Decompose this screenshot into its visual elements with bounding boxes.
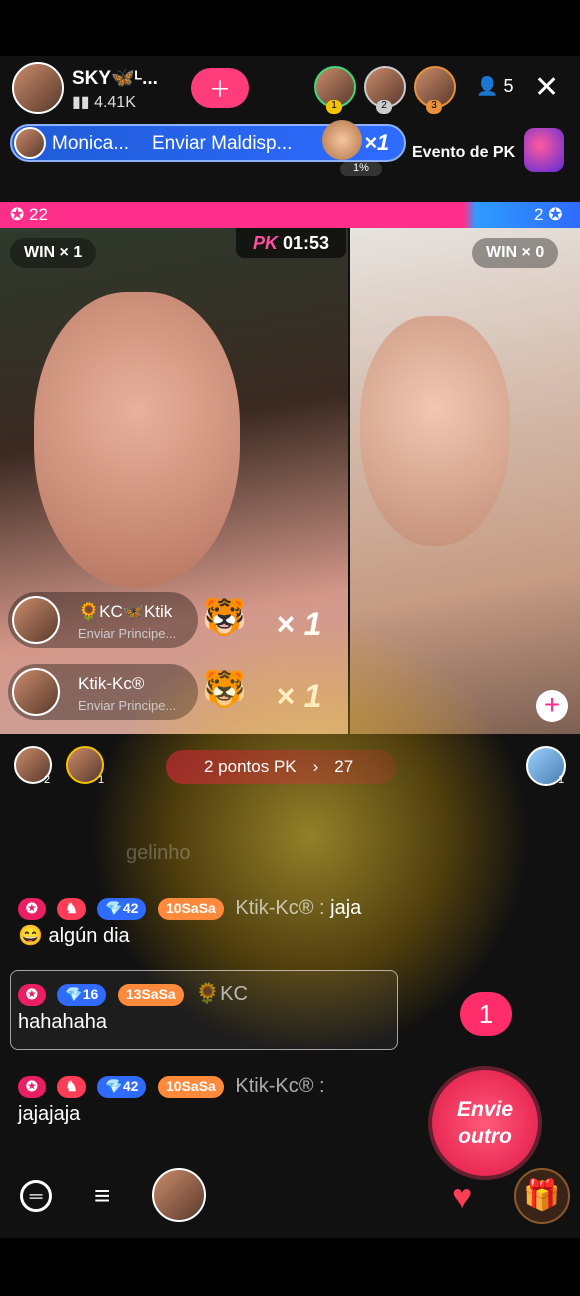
heart-icon[interactable]: ♥ [452,1178,472,1217]
bar-chart-icon: ▮▮ [72,94,90,111]
chevron-right-icon: › [312,757,319,776]
chat-text: jajajaja [18,1103,81,1125]
star-icon: ✪ [10,205,25,224]
chat-colon: : [313,1075,325,1097]
send-again-button[interactable]: Envie outro [432,1070,538,1176]
sasa-tag: 10 SaSa [158,1075,224,1098]
chat-message[interactable]: ✪ ♞ 💎 42 10 SaSa Ktik-Kc® : jaja 😄 algún… [18,894,450,950]
viewer-count-value: 5 [503,76,514,96]
chat-colon: : [313,897,331,919]
rank-badge-3: 3 [426,100,442,114]
viewer-count[interactable]: 👤 5 [476,76,513,97]
banner-sender-avatar [14,127,46,159]
status-bar [0,0,580,56]
viewer-badge: 1 [558,774,565,786]
pk-points-extra: 27 [334,757,354,776]
event-pk-icon[interactable] [524,128,564,172]
right-win-badge: WIN × 0 [472,238,559,268]
host-name[interactable]: SKY🦋ᴸ... [72,66,158,90]
level-badge: 💎 16 [57,983,107,1006]
star-badge: ✪ [18,897,46,920]
chat-user[interactable]: 🌻KC [195,983,248,1005]
person-icon: 👤 [476,76,499,96]
combo-count-badge: 1 [460,992,512,1036]
chat-text: hahahaha [18,1011,107,1033]
chat-user[interactable]: Ktik-Kc® [235,897,313,919]
gift-notice-avatar [12,596,60,644]
chat-user[interactable]: Ktik-Kc® [235,1075,313,1097]
views-count: 4.41K [94,94,136,111]
right-face [360,316,510,546]
level-badge: 💎 42 [97,1075,147,1098]
user-avatar-bottom[interactable] [152,1168,206,1222]
banner-multiplier: ×1 [364,130,390,155]
pk-logo: PK [252,233,278,253]
viewer-badge: 2 [44,774,51,786]
star-icon: ✪ [548,205,563,224]
left-face [34,292,240,588]
sasa-tag: 10 SaSa [158,897,224,920]
follow-button[interactable]: ＋ [191,68,249,108]
rank-badge-2: 2 [376,100,392,114]
gift-deer-icon [322,120,362,160]
star-badge: ✪ [18,983,46,1006]
banner-sender: Monica... [52,133,130,154]
right-score: 2 ✪ [534,205,563,224]
pk-points-label: 2 pontos PK [204,757,297,776]
level-badge: 💎 42 [97,897,147,920]
pk-points-pill[interactable]: 2 pontos PK › 27 [166,750,396,784]
fan-badge: ♞ [57,897,86,920]
host-avatar[interactable] [12,62,64,114]
pk-score-bar [0,202,580,228]
chat-message[interactable]: ✪ ♞ 💎 42 10 SaSa Ktik-Kc® : jajajaja [18,1072,450,1128]
host-views: ▮▮ 4.41K [72,92,136,112]
left-win-badge: WIN × 1 [10,238,97,268]
sasa-tag: 13 SaSa [117,983,184,1006]
faded-chat-line: gelinho [126,842,191,864]
fan-badge: ♞ [57,1075,86,1098]
add-guest-button[interactable]: + [536,690,568,722]
gift-icon[interactable]: 🎁 [514,1168,570,1224]
star-badge: ✪ [18,1075,46,1098]
gift-notice-name: 🌻KC🦋Ktik [78,602,173,621]
nav-bar [0,1238,580,1296]
pk-timer-value: 01:53 [282,233,330,253]
chat-text-extra: 😄 algún dia [18,925,130,947]
menu-icon[interactable]: ≡ [94,1180,110,1212]
gift-notice-avatar [12,668,60,716]
viewer-badge: 1 [98,774,105,786]
pk-timer: PK 01:53 [236,228,346,258]
send-again-label: Envie outro [456,1097,514,1148]
gift-notice-action: Enviar Principe... [78,626,177,641]
chat-message[interactable]: ✪ 💎 16 13 SaSa 🌻KC hahahaha [18,980,450,1036]
live-stream-stage: SKY🦋ᴸ... ▮▮ 4.41K ＋ 1 2 3 👤 5 ✕ Monica..… [0,56,580,1238]
chat-text: jaja [330,897,362,919]
banner-action: Enviar Maldisp... [152,133,293,154]
plus-lips-icon: ＋ [208,77,231,102]
close-icon[interactable]: ✕ [534,70,559,105]
chat-icon[interactable]: ═ [20,1180,52,1212]
left-score: ✪ 22 [10,205,48,224]
gift-notice-name: Ktik-Kc® [78,674,145,693]
event-pk-label[interactable]: Evento de PK [412,144,515,162]
rank-badge-1: 1 [326,100,342,114]
banner-percent: 1% [340,162,382,176]
